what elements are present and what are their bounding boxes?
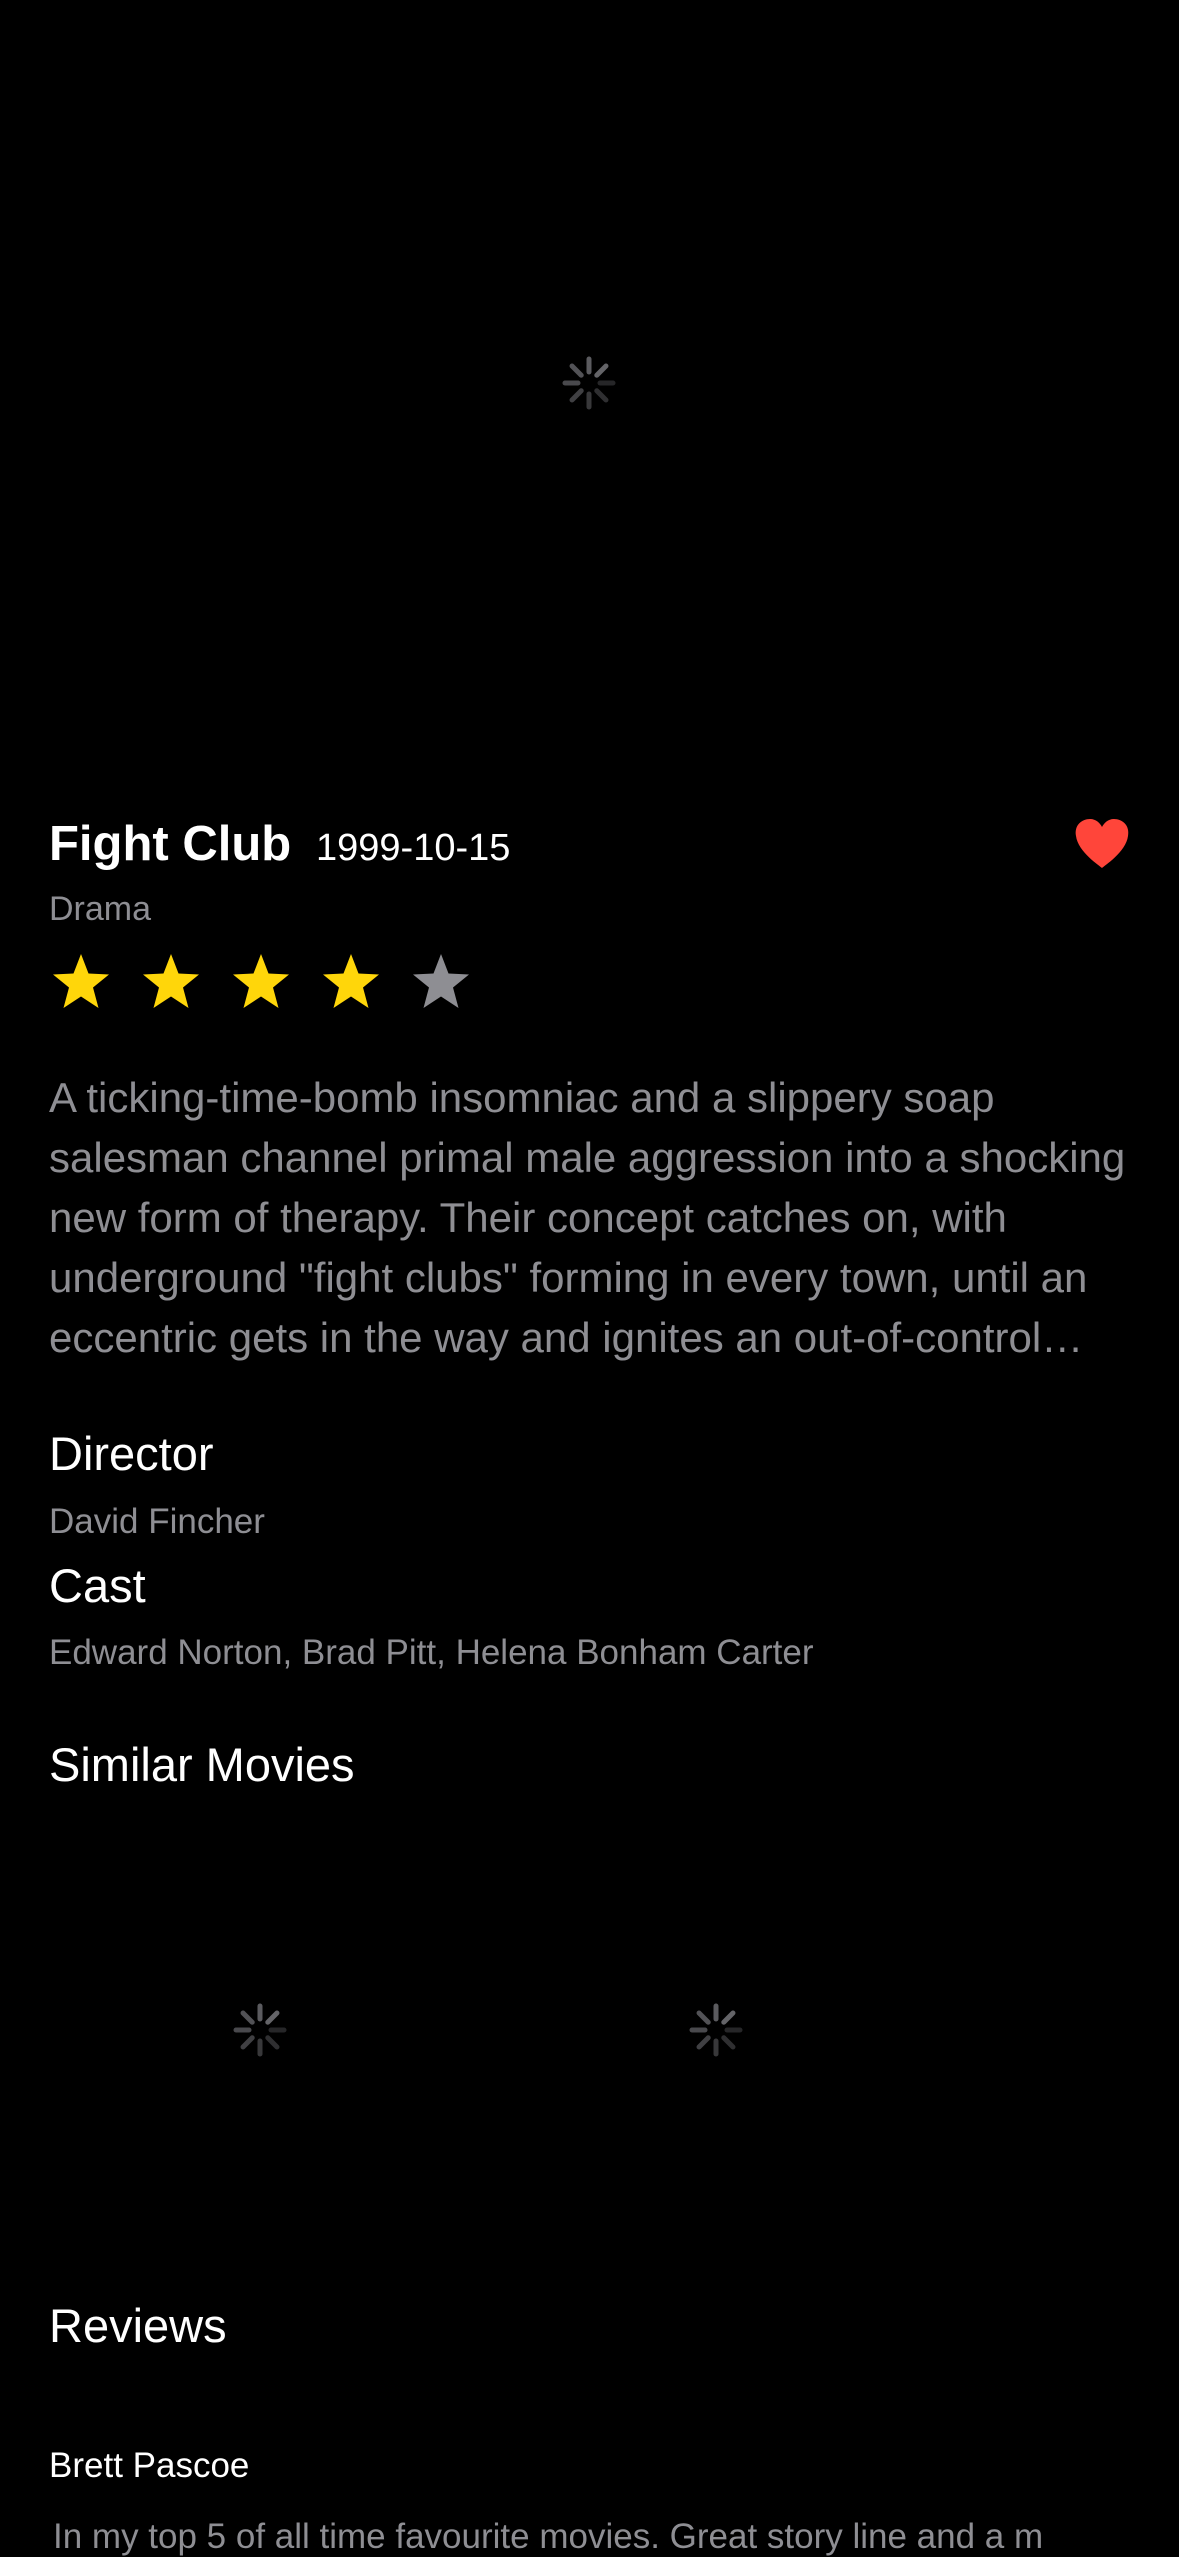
star-filled-icon (319, 950, 383, 1014)
director-name: David Fincher (49, 1502, 265, 1541)
title-row: Fight Club 1999-10-15 (49, 812, 1130, 882)
favorite-button[interactable] (1074, 818, 1130, 870)
star-empty-icon (409, 950, 473, 1014)
star-filled-icon (139, 950, 203, 1014)
cast-heading: Cast (49, 1559, 146, 1612)
similar-movie-card[interactable] (504, 1830, 924, 2230)
loading-spinner-icon (230, 2000, 290, 2060)
loading-spinner-icon (559, 353, 619, 413)
director-heading: Director (49, 1427, 214, 1480)
similar-movies-list[interactable] (49, 1830, 1130, 2230)
review-author: Brett Pascoe (49, 2446, 250, 2485)
heart-icon (1075, 819, 1129, 868)
similar-movie-card[interactable] (49, 1830, 469, 2230)
reviews-heading: Reviews (49, 2299, 227, 2352)
cast-names: Edward Norton, Brad Pitt, Helena Bonham … (49, 1633, 814, 1672)
overview-text: A ticking-time-bomb insomniac and a slip… (49, 1074, 1126, 1361)
similar-movies-heading: Similar Movies (49, 1738, 355, 1791)
release-date: 1999-10-15 (316, 827, 511, 869)
star-filled-icon (229, 950, 293, 1014)
genre-label: Drama (49, 890, 152, 928)
review-text: In my top 5 of all time favourite movies… (53, 2517, 1044, 2556)
star-filled-icon (49, 950, 113, 1014)
star-rating (49, 950, 499, 1014)
loading-spinner-icon (686, 2000, 746, 2060)
movie-title: Fight Club (49, 817, 292, 871)
backdrop-image (0, 0, 1179, 770)
